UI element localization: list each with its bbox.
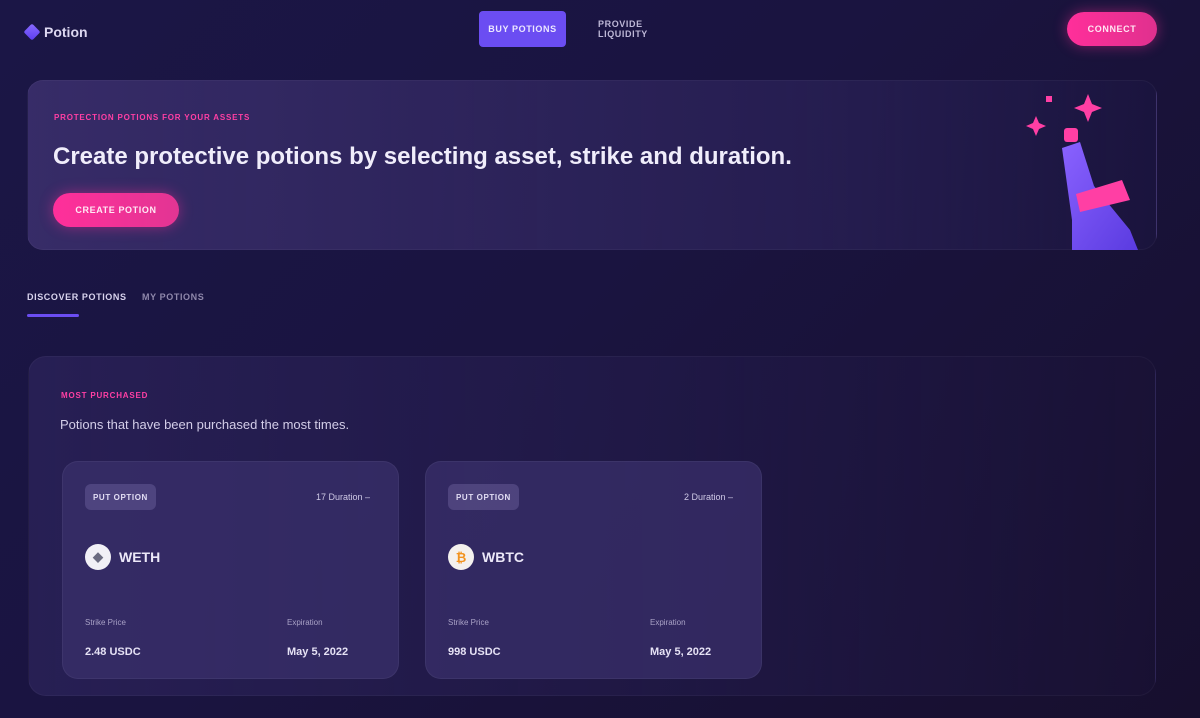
- strike-price-label: Strike Price: [85, 618, 126, 627]
- hero-eyebrow: PROTECTION POTIONS FOR YOUR ASSETS: [54, 113, 251, 122]
- hero-title: Create protective potions by selecting a…: [53, 143, 792, 170]
- btc-icon: ₿: [448, 544, 474, 570]
- eth-icon: ◆: [85, 544, 111, 570]
- section-eyebrow: MOST PURCHASED: [61, 391, 149, 400]
- expiration-value: May 5, 2022: [650, 646, 712, 658]
- tab-my-potions[interactable]: MY POTIONS: [142, 292, 204, 302]
- create-potion-button[interactable]: CREATE POTION: [53, 193, 179, 227]
- asset-name: WETH: [119, 549, 161, 565]
- expiration-label: Expiration: [650, 618, 686, 627]
- asset-info: ₿ WBTC: [448, 544, 524, 570]
- section-description: Potions that have been purchased the mos…: [60, 417, 350, 432]
- logo[interactable]: Potion: [23, 23, 88, 41]
- top-header: Potion BUY POTIONS PROVIDE LIQUIDITY CON…: [0, 0, 1200, 64]
- expiration-label: Expiration: [287, 618, 323, 627]
- strike-price-value: 998 USDC: [448, 646, 501, 658]
- asset-name: WBTC: [482, 549, 524, 565]
- strike-price-label: Strike Price: [448, 618, 489, 627]
- duration-label: 17 Duration –: [315, 492, 370, 502]
- expiration-value: May 5, 2022: [287, 646, 349, 658]
- potion-card[interactable]: PUT OPTION 17 Duration – ◆ WETH Strike P…: [62, 461, 399, 679]
- option-type-badge: PUT OPTION: [448, 484, 519, 510]
- connect-wallet-button[interactable]: CONNECT: [1067, 12, 1157, 46]
- nav-provide-liquidity[interactable]: PROVIDE LIQUIDITY: [590, 11, 696, 47]
- nav-buy-potions[interactable]: BUY POTIONS: [479, 11, 566, 47]
- logo-text: Potion: [44, 24, 88, 40]
- potion-card[interactable]: PUT OPTION 2 Duration – ₿ WBTC Strike Pr…: [425, 461, 762, 679]
- strike-price-value: 2.48 USDC: [85, 646, 141, 658]
- logo-icon: [23, 23, 41, 41]
- potion-bottle-icon: [1026, 94, 1138, 250]
- most-purchased-section: MOST PURCHASED Potions that have been pu…: [28, 356, 1156, 696]
- active-tab-indicator: [27, 314, 79, 317]
- duration-label: 2 Duration –: [683, 492, 733, 502]
- option-type-badge: PUT OPTION: [85, 484, 156, 510]
- tab-discover-potions[interactable]: DISCOVER POTIONS: [27, 292, 127, 302]
- hero-banner: PROTECTION POTIONS FOR YOUR ASSETS Creat…: [27, 80, 1157, 250]
- asset-info: ◆ WETH: [85, 544, 160, 570]
